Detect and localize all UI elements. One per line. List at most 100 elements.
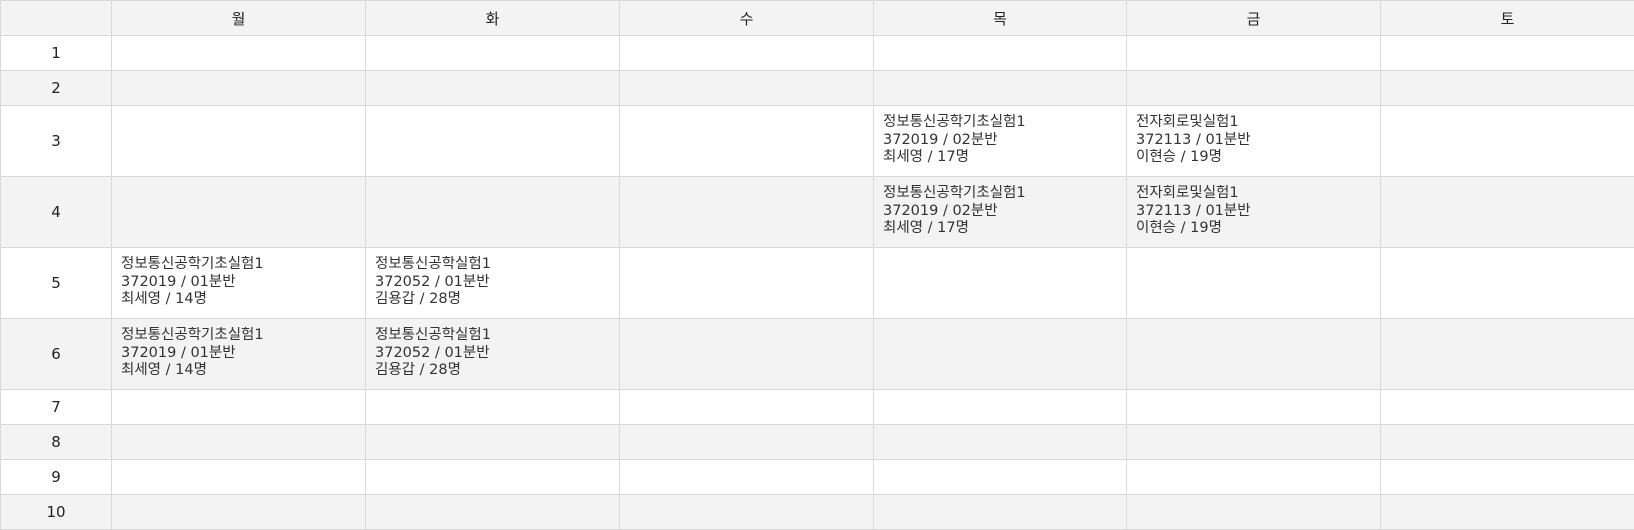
course-name: 정보통신공학기초실험1 <box>121 327 356 345</box>
course-entry[interactable]: 정보통신공학기초실험1372019 / 01분반최세영 / 14명 <box>112 248 365 309</box>
timetable-row: 7 <box>1 390 1634 425</box>
period-label: 5 <box>1 248 112 319</box>
timetable-row: 10 <box>1 495 1634 530</box>
course-code-section: 372052 / 01분반 <box>375 274 610 292</box>
timetable-cell-tue[interactable]: 정보통신공학실험1372052 / 01분반김용갑 / 28명 <box>366 248 620 319</box>
timetable-cell-thu <box>874 390 1127 425</box>
timetable-cell-sat <box>1381 177 1634 248</box>
timetable-cell-mon <box>112 460 366 495</box>
course-instructor-enrollment: 이현승 / 19명 <box>1136 149 1371 167</box>
course-code-section: 372019 / 02분반 <box>883 132 1117 150</box>
timetable-cell-tue <box>366 495 620 530</box>
period-label: 1 <box>1 36 112 71</box>
timetable-cell-mon[interactable]: 정보통신공학기초실험1372019 / 01분반최세영 / 14명 <box>112 248 366 319</box>
timetable-cell-mon <box>112 71 366 106</box>
timetable-cell-mon <box>112 36 366 71</box>
course-name: 정보통신공학기초실험1 <box>121 256 356 274</box>
timetable-cell-sat <box>1381 248 1634 319</box>
timetable-cell-sat <box>1381 36 1634 71</box>
course-entry[interactable]: 전자회로및실험1372113 / 01분반이현승 / 19명 <box>1127 177 1380 238</box>
timetable-cell-thu <box>874 248 1127 319</box>
timetable-cell-wed <box>620 495 874 530</box>
timetable-row: 2 <box>1 71 1634 106</box>
timetable-cell-fri[interactable]: 전자회로및실험1372113 / 01분반이현승 / 19명 <box>1127 177 1381 248</box>
course-instructor-enrollment: 최세영 / 14명 <box>121 362 356 380</box>
period-label: 8 <box>1 425 112 460</box>
timetable-cell-thu <box>874 71 1127 106</box>
timetable-cell-sat <box>1381 106 1634 177</box>
timetable-cell-tue <box>366 71 620 106</box>
course-instructor-enrollment: 김용갑 / 28명 <box>375 362 610 380</box>
timetable-cell-mon <box>112 425 366 460</box>
timetable-cell-fri <box>1127 71 1381 106</box>
period-label: 2 <box>1 71 112 106</box>
timetable-cell-mon[interactable]: 정보통신공학기초실험1372019 / 01분반최세영 / 14명 <box>112 319 366 390</box>
course-code-section: 372052 / 01분반 <box>375 345 610 363</box>
timetable-cell-sat <box>1381 319 1634 390</box>
period-label: 4 <box>1 177 112 248</box>
timetable-cell-fri <box>1127 460 1381 495</box>
timetable-cell-sat <box>1381 460 1634 495</box>
timetable-cell-thu <box>874 495 1127 530</box>
day-header-mon: 월 <box>112 1 366 36</box>
timetable-row: 5정보통신공학기초실험1372019 / 01분반최세영 / 14명정보통신공학… <box>1 248 1634 319</box>
timetable-cell-thu <box>874 425 1127 460</box>
period-label: 6 <box>1 319 112 390</box>
timetable-cell-thu[interactable]: 정보통신공학기초실험1372019 / 02분반최세영 / 17명 <box>874 177 1127 248</box>
course-name: 정보통신공학기초실험1 <box>883 114 1117 132</box>
timetable-cell-fri <box>1127 425 1381 460</box>
timetable-cell-wed <box>620 177 874 248</box>
timetable-cell-tue <box>366 425 620 460</box>
course-instructor-enrollment: 이현승 / 19명 <box>1136 220 1371 238</box>
course-entry[interactable]: 정보통신공학실험1372052 / 01분반김용갑 / 28명 <box>366 319 619 380</box>
timetable-row: 8 <box>1 425 1634 460</box>
timetable-body: 123정보통신공학기초실험1372019 / 02분반최세영 / 17명전자회로… <box>1 36 1634 530</box>
timetable-cell-thu <box>874 319 1127 390</box>
course-code-section: 372113 / 01분반 <box>1136 132 1371 150</box>
timetable-cell-wed <box>620 248 874 319</box>
course-name: 전자회로및실험1 <box>1136 185 1371 203</box>
period-label: 7 <box>1 390 112 425</box>
day-header-row: 월 화 수 목 금 토 <box>1 1 1634 36</box>
timetable-cell-fri <box>1127 248 1381 319</box>
timetable-cell-wed <box>620 36 874 71</box>
timetable-cell-fri[interactable]: 전자회로및실험1372113 / 01분반이현승 / 19명 <box>1127 106 1381 177</box>
timetable-cell-sat <box>1381 390 1634 425</box>
timetable-cell-tue <box>366 177 620 248</box>
course-entry[interactable]: 정보통신공학기초실험1372019 / 02분반최세영 / 17명 <box>874 177 1126 238</box>
timetable-cell-tue <box>366 390 620 425</box>
timetable-cell-fri <box>1127 390 1381 425</box>
timetable-cell-sat <box>1381 425 1634 460</box>
timetable-cell-thu[interactable]: 정보통신공학기초실험1372019 / 02분반최세영 / 17명 <box>874 106 1127 177</box>
timetable-cell-wed <box>620 460 874 495</box>
timetable-cell-tue <box>366 106 620 177</box>
timetable-row: 9 <box>1 460 1634 495</box>
period-label: 3 <box>1 106 112 177</box>
timetable-cell-wed <box>620 71 874 106</box>
timetable-cell-wed <box>620 319 874 390</box>
timetable-cell-fri <box>1127 319 1381 390</box>
period-label: 10 <box>1 495 112 530</box>
day-header-tue: 화 <box>366 1 620 36</box>
course-entry[interactable]: 전자회로및실험1372113 / 01분반이현승 / 19명 <box>1127 106 1380 167</box>
course-code-section: 372113 / 01분반 <box>1136 203 1371 221</box>
day-header-thu: 목 <box>874 1 1127 36</box>
course-instructor-enrollment: 최세영 / 14명 <box>121 291 356 309</box>
timetable-cell-mon <box>112 106 366 177</box>
timetable-cell-sat <box>1381 495 1634 530</box>
course-entry[interactable]: 정보통신공학기초실험1372019 / 02분반최세영 / 17명 <box>874 106 1126 167</box>
course-code-section: 372019 / 01분반 <box>121 274 356 292</box>
course-entry[interactable]: 정보통신공학실험1372052 / 01분반김용갑 / 28명 <box>366 248 619 309</box>
timetable-cell-wed <box>620 425 874 460</box>
course-entry[interactable]: 정보통신공학기초실험1372019 / 01분반최세영 / 14명 <box>112 319 365 380</box>
course-instructor-enrollment: 최세영 / 17명 <box>883 220 1117 238</box>
course-code-section: 372019 / 01분반 <box>121 345 356 363</box>
timetable-cell-mon <box>112 495 366 530</box>
day-header-fri: 금 <box>1127 1 1381 36</box>
day-header-sat: 토 <box>1381 1 1634 36</box>
timetable-row: 4정보통신공학기초실험1372019 / 02분반최세영 / 17명전자회로및실… <box>1 177 1634 248</box>
timetable-cell-tue[interactable]: 정보통신공학실험1372052 / 01분반김용갑 / 28명 <box>366 319 620 390</box>
day-header-wed: 수 <box>620 1 874 36</box>
timetable-row: 6정보통신공학기초실험1372019 / 01분반최세영 / 14명정보통신공학… <box>1 319 1634 390</box>
course-name: 정보통신공학실험1 <box>375 327 610 345</box>
